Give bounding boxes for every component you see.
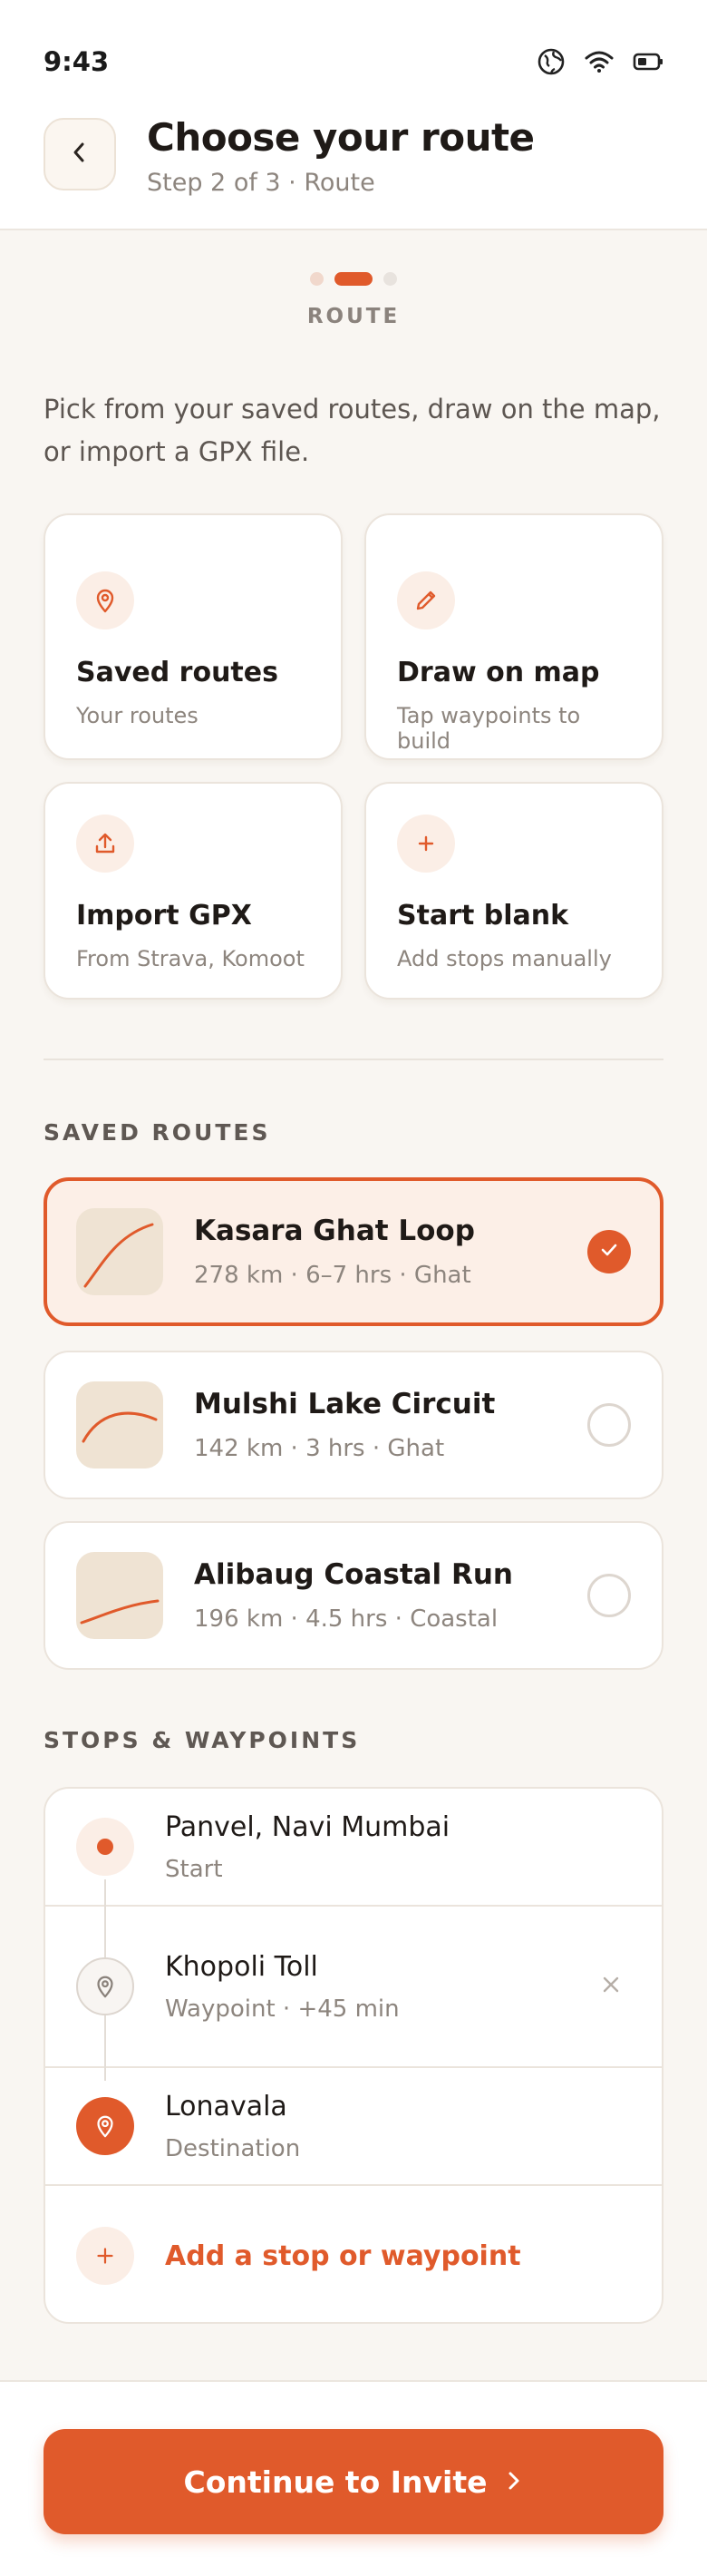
route-card[interactable]: Mulshi Lake Circuit 142 km · 3 hrs · Gha… bbox=[44, 1351, 663, 1499]
route-thumbnail bbox=[76, 1208, 163, 1295]
route-card-selected[interactable]: Kasara Ghat Loop 278 km · 6–7 hrs · Ghat bbox=[44, 1177, 663, 1326]
step-dot-1 bbox=[310, 272, 324, 286]
option-title: Start blank bbox=[397, 900, 569, 932]
route-radio-checked[interactable] bbox=[587, 1230, 631, 1273]
route-name: Alibaug Coastal Run bbox=[194, 1558, 513, 1591]
option-title: Saved routes bbox=[76, 657, 278, 688]
stop-item-destination[interactable]: Lonavala Destination bbox=[45, 2068, 662, 2184]
start-dot-icon bbox=[76, 1818, 134, 1876]
stop-item-start[interactable]: Panvel, Navi Mumbai Start bbox=[45, 1789, 662, 1905]
option-draw-on-map[interactable]: Draw on map Tap waypoints to build bbox=[364, 513, 663, 760]
status-bar: 9:43 bbox=[44, 44, 663, 80]
stops-list: Panvel, Navi Mumbai Start Khopoli Toll W… bbox=[44, 1787, 663, 2324]
add-stop-button[interactable]: Add a stop or waypoint bbox=[45, 2186, 662, 2322]
route-meta: 278 km · 6–7 hrs · Ghat bbox=[194, 1262, 471, 1289]
page-title: Choose your route bbox=[147, 115, 535, 160]
plus-icon bbox=[397, 815, 455, 873]
stops-heading: STOPS & WAYPOINTS bbox=[44, 1727, 361, 1753]
stop-name: Lonavala bbox=[165, 2090, 287, 2122]
saved-routes-heading: SAVED ROUTES bbox=[44, 1119, 271, 1146]
map-pin-icon bbox=[76, 571, 134, 629]
route-thumbnail bbox=[76, 1381, 163, 1469]
back-button[interactable] bbox=[44, 118, 116, 190]
wifi-icon bbox=[584, 49, 615, 74]
route-meta: 196 km · 4.5 hrs · Coastal bbox=[194, 1605, 499, 1633]
status-icons bbox=[537, 47, 663, 76]
intro-text: Pick from your saved routes, draw on the… bbox=[44, 394, 661, 467]
stop-sub: Waypoint · +45 min bbox=[165, 1995, 400, 2023]
plus-icon bbox=[76, 2227, 134, 2285]
option-start-blank[interactable]: Start blank Add stops manually bbox=[364, 782, 663, 1000]
option-desc: Tap waypoints to build bbox=[397, 703, 581, 754]
route-radio[interactable] bbox=[587, 1574, 631, 1617]
step-label: ROUTE bbox=[306, 305, 401, 328]
option-import-gpx[interactable]: Import GPX From Strava, Komoot bbox=[44, 782, 343, 1000]
route-connector-line bbox=[104, 2021, 106, 2081]
waypoint-pin-icon bbox=[76, 1957, 134, 2015]
route-radio[interactable] bbox=[587, 1403, 631, 1447]
step-indicator bbox=[0, 272, 707, 286]
check-icon bbox=[598, 1239, 620, 1264]
route-thumbnail bbox=[76, 1552, 163, 1639]
page-subtitle: Step 2 of 3 · Route bbox=[147, 169, 375, 197]
route-name: Mulshi Lake Circuit bbox=[194, 1388, 496, 1420]
globe-icon bbox=[537, 47, 566, 76]
option-title: Draw on map bbox=[397, 657, 600, 688]
status-time: 9:43 bbox=[44, 46, 110, 77]
stop-name: Panvel, Navi Mumbai bbox=[165, 1810, 450, 1843]
continue-button[interactable]: Continue to Invite bbox=[44, 2429, 663, 2534]
chevron-right-icon bbox=[504, 2464, 524, 2500]
route-card[interactable]: Alibaug Coastal Run 196 km · 4.5 hrs · C… bbox=[44, 1521, 663, 1670]
upload-icon bbox=[76, 815, 134, 873]
option-desc: Your routes bbox=[76, 703, 199, 728]
option-saved-routes[interactable]: Saved routes Your routes bbox=[44, 513, 343, 760]
route-name: Kasara Ghat Loop bbox=[194, 1215, 475, 1247]
chevron-left-icon bbox=[66, 139, 93, 170]
option-desc: Add stops manually bbox=[397, 946, 612, 971]
stop-item-waypoint[interactable]: Khopoli Toll Waypoint · +45 min bbox=[45, 1907, 662, 2066]
stop-sub: Destination bbox=[165, 2134, 301, 2162]
route-meta: 142 km · 3 hrs · Ghat bbox=[194, 1435, 445, 1462]
stop-sub: Start bbox=[165, 1855, 223, 1883]
stop-name: Khopoli Toll bbox=[165, 1950, 318, 1983]
step-dot-3 bbox=[383, 272, 397, 286]
remove-stop-close-icon[interactable] bbox=[600, 1974, 622, 1999]
step-dot-2-active bbox=[334, 272, 373, 286]
section-divider bbox=[44, 1059, 663, 1060]
page-header: Choose your route Step 2 of 3 · Route bbox=[44, 115, 663, 197]
option-title: Import GPX bbox=[76, 900, 252, 932]
add-stop-label: Add a stop or waypoint bbox=[165, 2239, 521, 2272]
top-bar: 9:43 Choose your route Step 2 of 3 · Rou… bbox=[0, 0, 707, 230]
pencil-icon bbox=[397, 571, 455, 629]
battery-icon bbox=[633, 51, 663, 73]
destination-pin-icon bbox=[76, 2097, 134, 2155]
bottom-bar: Continue to Invite bbox=[0, 2380, 707, 2576]
option-desc: From Strava, Komoot bbox=[76, 946, 305, 971]
continue-label: Continue to Invite bbox=[183, 2464, 488, 2500]
